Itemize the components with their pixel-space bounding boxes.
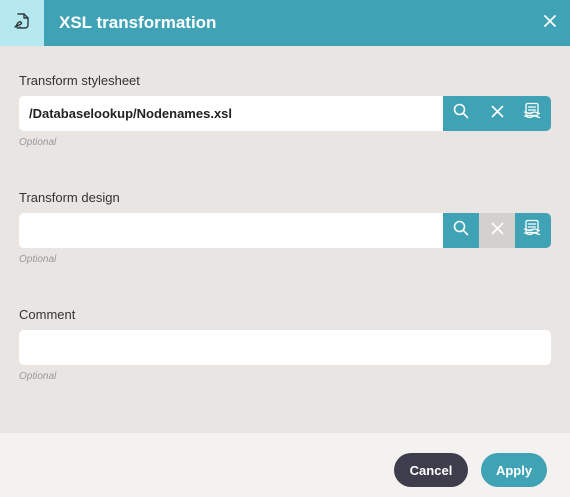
- design-search-button[interactable]: [443, 213, 479, 248]
- field-label: Transform stylesheet: [19, 73, 140, 88]
- transform-design-input[interactable]: [19, 213, 443, 248]
- field-hint: Optional: [19, 137, 57, 148]
- clear-icon: [491, 222, 504, 240]
- field-hint: Optional: [19, 254, 57, 265]
- close-icon: [543, 14, 557, 33]
- xsl-document-icon: [12, 11, 32, 36]
- comment-field: Comment Optional: [19, 307, 551, 382]
- stylesheet-icon: [523, 219, 543, 242]
- clear-icon: [491, 105, 504, 123]
- dialog-footer: Cancel Apply: [0, 433, 570, 497]
- comment-input[interactable]: [19, 330, 551, 365]
- apply-button[interactable]: Apply: [481, 453, 547, 487]
- transform-design-field: Transform design Optional: [19, 190, 551, 265]
- design-browse-button[interactable]: [515, 213, 551, 248]
- search-icon: [453, 220, 469, 241]
- search-icon: [453, 103, 469, 124]
- stylesheet-browse-button[interactable]: [515, 96, 551, 131]
- cancel-button[interactable]: Cancel: [394, 453, 468, 487]
- stylesheet-icon: [523, 102, 543, 125]
- stylesheet-clear-button[interactable]: [479, 96, 515, 131]
- field-label: Transform design: [19, 190, 120, 205]
- header-icon-box: [0, 0, 44, 46]
- close-button[interactable]: [530, 0, 570, 46]
- dialog-title: XSL transformation: [59, 13, 217, 32]
- stylesheet-search-button[interactable]: [443, 96, 479, 131]
- field-hint: Optional: [19, 371, 57, 382]
- design-clear-button: [479, 213, 515, 248]
- transform-stylesheet-field: Transform stylesheet /Databaselookup/Nod…: [19, 73, 551, 148]
- dialog-header: XSL transformation: [0, 0, 570, 46]
- transform-stylesheet-input[interactable]: /Databaselookup/Nodenames.xsl: [19, 96, 443, 131]
- field-label: Comment: [19, 307, 76, 322]
